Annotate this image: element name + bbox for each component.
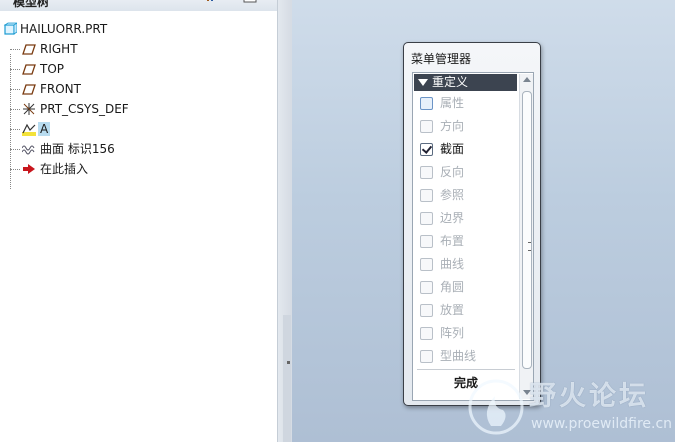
checkbox	[420, 212, 433, 225]
checkbox	[420, 327, 433, 340]
menu-item-references: 参照	[419, 186, 515, 204]
menu-manager-body: 重定义 属性 方向 截面 反向 参照 边界 布置 曲线 角圆 放置 阵列 型曲线…	[412, 72, 534, 401]
tree-item-label: 在此插入	[40, 162, 89, 176]
settings-icon	[207, 0, 213, 1]
splitter-grip-icon	[287, 361, 290, 364]
sketch-icon	[22, 123, 36, 136]
tree-columns-dropdown[interactable]	[243, 0, 273, 6]
menu-scrollbar[interactable]	[519, 74, 533, 399]
tree-item-top[interactable]: TOP	[0, 59, 277, 79]
tree-item-surface[interactable]: 曲面 标识156	[0, 139, 277, 159]
model-tree: HAILUORR.PRT RIGHT TOP FRONT PRT_CSYS_DE…	[0, 19, 277, 189]
forum-watermark: 野火论坛 www.proewildfire.cn	[463, 372, 675, 442]
checkbox	[420, 304, 433, 317]
tree-item-right[interactable]: RIGHT	[0, 39, 277, 59]
tree-item-label: TOP	[40, 62, 65, 76]
menu-item-label: 型曲线	[440, 349, 477, 363]
menu-item-label: 反向	[440, 165, 465, 179]
model-tree-panel: 模型树 HAILUORR.PRT RIGHT TOP FRONT PRT_CSY…	[0, 0, 278, 442]
part-icon	[3, 22, 17, 35]
menu-item-label: 参照	[440, 188, 465, 202]
menu-item-label: 边界	[440, 211, 465, 225]
menu-item-boundary: 边界	[419, 209, 515, 227]
menu-item-layout: 布置	[419, 232, 515, 250]
checkbox	[420, 120, 433, 133]
menu-item-curve: 曲线	[419, 255, 515, 273]
grip-icon	[528, 242, 530, 251]
datum-plane-icon	[22, 44, 36, 55]
watermark-url: www.proewildfire.cn	[531, 416, 673, 432]
checkbox	[420, 235, 433, 248]
menu-section-redefine[interactable]: 重定义	[414, 74, 517, 91]
checkbox	[420, 189, 433, 202]
menu-item-profile-curve: 型曲线	[419, 347, 515, 365]
datum-plane-icon	[22, 84, 36, 95]
menu-item-placement: 放置	[419, 301, 515, 319]
menu-item-attributes: 属性	[419, 94, 515, 112]
checkbox	[420, 166, 433, 179]
menu-item-label: 曲线	[440, 257, 465, 271]
insert-here-arrow-icon	[23, 164, 35, 174]
menu-item-label: 角圆	[440, 280, 465, 294]
checkbox	[420, 281, 433, 294]
menu-item-label: 属性	[440, 96, 465, 110]
watermark-text: 野火论坛	[529, 381, 649, 412]
menu-item-pattern: 阵列	[419, 324, 515, 342]
model-tree-title: 模型树	[13, 0, 50, 9]
scrollbar-thumb[interactable]	[522, 91, 532, 369]
menu-item-flip: 反向	[419, 163, 515, 181]
checkbox	[420, 350, 433, 363]
model-tree-header: 模型树	[0, 0, 277, 11]
tree-item-sketch-a[interactable]: A	[0, 119, 277, 139]
checkbox	[420, 97, 433, 110]
menu-item-direction: 方向	[419, 117, 515, 135]
checkbox	[420, 258, 433, 271]
tree-item-label: 曲面 标识156	[40, 142, 115, 156]
menu-item-round: 角圆	[419, 278, 515, 296]
menu-item-label: 布置	[440, 234, 465, 248]
menu-item-label: 方向	[440, 119, 465, 133]
tree-filter-dropdown[interactable]	[205, 0, 229, 6]
tree-item-label: HAILUORR.PRT	[20, 22, 108, 36]
list-icon	[243, 0, 257, 3]
tree-item-label: A	[38, 122, 51, 136]
collapse-triangle-icon	[418, 79, 428, 86]
checkbox-checked[interactable]	[420, 143, 433, 156]
menu-item-label: 阵列	[440, 326, 465, 340]
panel-splitter[interactable]	[283, 315, 291, 442]
tree-item-csys[interactable]: PRT_CSYS_DEF	[0, 99, 277, 119]
menu-manager-dialog: 菜单管理器 重定义 属性 方向 截面 反向 参照 边界 布置 曲线 角圆 放置 …	[403, 42, 541, 406]
scroll-up-arrow-icon[interactable]	[523, 77, 531, 82]
divider	[417, 369, 515, 370]
surface-icon	[22, 145, 35, 155]
tree-item-label: FRONT	[40, 82, 81, 96]
menu-manager-title: 菜单管理器	[411, 52, 472, 66]
menu-section-label: 重定义	[432, 75, 469, 89]
tree-item-label: PRT_CSYS_DEF	[40, 102, 129, 116]
menu-item-label: 截面	[440, 142, 465, 156]
tree-item-insert-here[interactable]: 在此插入	[0, 159, 277, 179]
csys-icon	[23, 103, 35, 115]
tree-item-part[interactable]: HAILUORR.PRT	[0, 19, 277, 39]
menu-item-label: 放置	[440, 303, 465, 317]
tree-item-front[interactable]: FRONT	[0, 79, 277, 99]
fire-logo-icon	[468, 379, 524, 435]
tree-item-label: RIGHT	[40, 42, 78, 56]
datum-plane-icon	[22, 64, 36, 75]
menu-item-section[interactable]: 截面	[419, 140, 515, 158]
